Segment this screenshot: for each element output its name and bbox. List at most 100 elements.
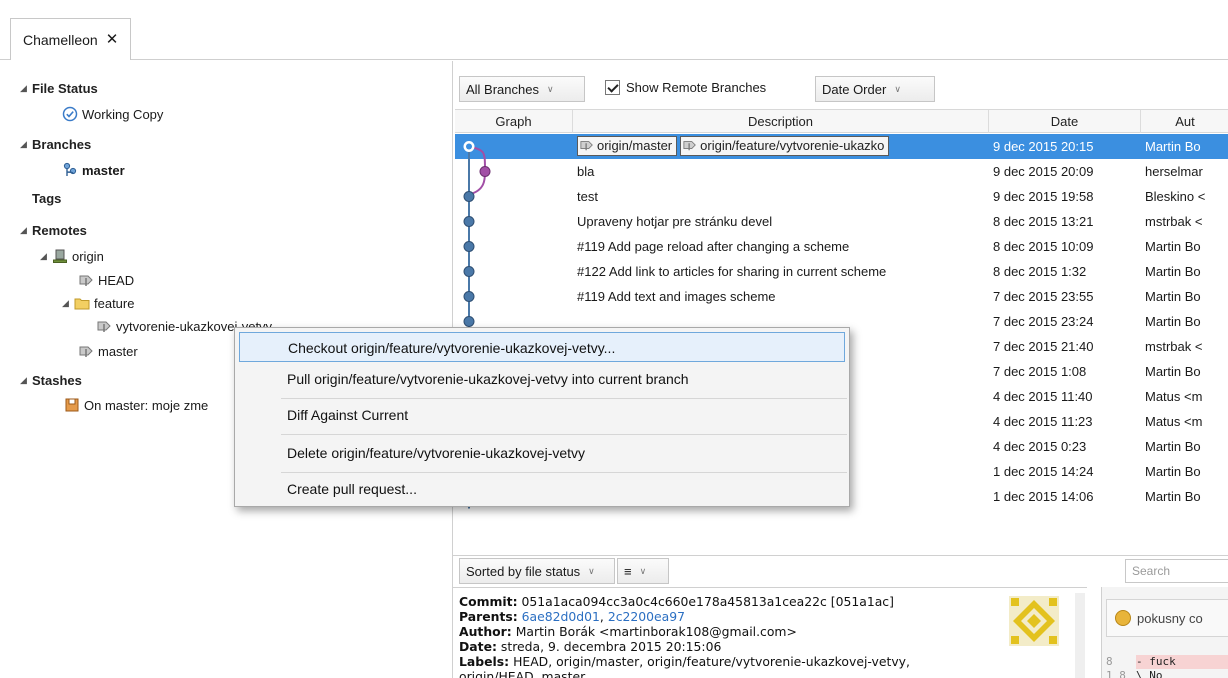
avatar bbox=[1009, 596, 1059, 646]
commit-row[interactable]: #122 Add link to articles for sharing in… bbox=[455, 259, 1228, 284]
close-icon[interactable]: ✕ bbox=[106, 32, 119, 47]
context-menu: Checkout origin/feature/vytvorenie-ukazk… bbox=[234, 327, 850, 507]
menu-separator bbox=[281, 472, 847, 473]
history-toolbar: All Branches ∨ Show Remote Branches Date… bbox=[453, 74, 1228, 102]
menu-separator bbox=[281, 398, 847, 399]
parent-link[interactable]: 6ae82d0d01 bbox=[522, 609, 600, 624]
commit-date: 4 dec 2015 11:40 bbox=[993, 389, 1093, 404]
commit-row[interactable]: #119 Add page reload after changing a sc… bbox=[455, 234, 1228, 259]
diff-file-header[interactable]: pokusny co bbox=[1106, 599, 1228, 637]
sidebar-section-branches[interactable]: ◢ Branches bbox=[20, 133, 91, 155]
commit-date: 4 dec 2015 11:23 bbox=[993, 414, 1093, 429]
commit-description: #119 Add text and images scheme bbox=[577, 289, 776, 304]
details-scrollbar[interactable] bbox=[1075, 593, 1085, 678]
column-header-graph[interactable]: Graph bbox=[455, 110, 573, 133]
stash-box-icon bbox=[64, 397, 80, 413]
commit-author: Martin Bo bbox=[1145, 314, 1201, 329]
commit-hash-line: Commit: 051a1aca094cc3a0c4c660e178a45813… bbox=[459, 594, 894, 609]
commit-author: Martin Bo bbox=[1145, 264, 1201, 279]
remote-branch-icon bbox=[96, 318, 112, 334]
search-input[interactable]: Search bbox=[1125, 559, 1228, 583]
commit-date: 4 dec 2015 0:23 bbox=[993, 439, 1087, 454]
column-header-description[interactable]: Description bbox=[573, 110, 989, 133]
commit-row[interactable]: Upraveny hotjar pre stránku devel 8 dec 2… bbox=[455, 209, 1228, 234]
menu-item-create-pull-request[interactable]: Create pull request... bbox=[239, 474, 845, 504]
folder-icon bbox=[74, 295, 90, 311]
commit-author: Matus <m bbox=[1145, 389, 1203, 404]
menu-separator bbox=[281, 434, 847, 435]
menu-item-delete[interactable]: Delete origin/feature/vytvorenie-ukazkov… bbox=[239, 438, 845, 468]
menu-item-pull[interactable]: Pull origin/feature/vytvorenie-ukazkovej… bbox=[239, 364, 845, 394]
sidebar-item-master[interactable]: master bbox=[62, 159, 125, 181]
commit-description: #122 Add link to articles for sharing in… bbox=[577, 264, 887, 279]
diff-pane: pokusny co 8 - fuck 1 8 \ No bbox=[1101, 587, 1228, 678]
collapse-arrow-icon[interactable]: ◢ bbox=[20, 83, 32, 94]
commit-description: Upraveny hotjar pre stránku devel bbox=[577, 214, 773, 229]
sidebar-item-head[interactable]: HEAD bbox=[78, 269, 134, 291]
commit-author: Martin Bo bbox=[1145, 439, 1201, 454]
sidebar-section-tags[interactable]: Tags bbox=[32, 187, 61, 209]
sidebar-item-remote-master[interactable]: master bbox=[78, 340, 138, 362]
commit-author: Martin Bo bbox=[1145, 139, 1201, 154]
smiley-icon bbox=[1115, 610, 1131, 626]
date-line: Date: streda, 9. decembra 2015 20:15:06 bbox=[459, 639, 722, 654]
diff-gutter: 1 8 bbox=[1106, 669, 1126, 678]
diff-gutter: 8 bbox=[1106, 655, 1113, 668]
column-header-author[interactable]: Aut bbox=[1141, 110, 1228, 133]
collapse-arrow-icon[interactable]: ◢ bbox=[20, 139, 32, 150]
collapse-arrow-icon[interactable]: ◢ bbox=[40, 251, 52, 262]
commit-date: 7 dec 2015 23:24 bbox=[993, 314, 1094, 329]
remote-branch-icon bbox=[78, 272, 94, 288]
diff-line-removed: - fuck bbox=[1136, 655, 1228, 669]
branch-label-chip: origin/feature/vytvorenie-ukazko bbox=[680, 136, 890, 156]
commit-author: Martin Bo bbox=[1145, 239, 1201, 254]
collapse-arrow-icon[interactable]: ◢ bbox=[62, 298, 74, 309]
view-mode-combo[interactable]: ≡ ∨ bbox=[617, 558, 669, 584]
commit-row[interactable]: origin/master origin/feature/vytvorenie-u… bbox=[455, 134, 1228, 159]
commit-author: Martin Bo bbox=[1145, 489, 1201, 504]
commit-author: Matus <m bbox=[1145, 414, 1203, 429]
commit-description: bla bbox=[577, 164, 595, 179]
commit-row[interactable]: test 9 dec 2015 19:58 Bleskino < bbox=[455, 184, 1228, 209]
list-icon: ≡ bbox=[624, 563, 632, 579]
collapse-arrow-icon[interactable]: ◢ bbox=[20, 375, 32, 386]
commit-date: 8 dec 2015 13:21 bbox=[993, 214, 1094, 229]
chevron-down-icon: ∨ bbox=[894, 83, 901, 94]
commit-row[interactable]: #119 Add text and images scheme 7 dec 201… bbox=[455, 284, 1228, 309]
sidebar-item-working-copy[interactable]: Working Copy bbox=[62, 103, 163, 125]
labels-line: Labels: HEAD, origin/master, origin/feat… bbox=[459, 654, 910, 669]
diff-line: \ No bbox=[1136, 669, 1163, 678]
commit-description: #119 Add page reload after changing a sc… bbox=[577, 239, 850, 254]
commit-description: test bbox=[577, 189, 598, 204]
commit-date: 8 dec 2015 10:09 bbox=[993, 239, 1094, 254]
commit-row[interactable]: bla 9 dec 2015 20:09 herselmar bbox=[455, 159, 1228, 184]
checkmark-circle-icon bbox=[62, 106, 78, 122]
branch-label-chip: origin/master bbox=[577, 136, 678, 156]
commit-date: 7 dec 2015 1:08 bbox=[993, 364, 1087, 379]
sidebar-item-feature[interactable]: ◢ feature bbox=[62, 292, 134, 314]
remote-branch-icon bbox=[580, 141, 593, 151]
commit-author: Martin Bo bbox=[1145, 364, 1201, 379]
parent-link[interactable]: 2c2200ea97 bbox=[608, 609, 685, 624]
repo-tab[interactable]: Chamelleon ✕ bbox=[10, 18, 132, 60]
branches-combo[interactable]: All Branches ∨ bbox=[459, 76, 585, 102]
sidebar-section-file-status[interactable]: ◢ File Status bbox=[20, 77, 98, 99]
menu-item-checkout[interactable]: Checkout origin/feature/vytvorenie-ukazk… bbox=[239, 332, 845, 362]
sidebar-section-remotes[interactable]: ◢ Remotes bbox=[20, 219, 87, 241]
show-remote-branches-checkbox[interactable]: Show Remote Branches bbox=[605, 80, 766, 95]
sort-combo[interactable]: Sorted by file status ∨ bbox=[459, 558, 615, 584]
sidebar-item-origin[interactable]: ◢ origin bbox=[40, 245, 104, 267]
collapse-arrow-icon[interactable]: ◢ bbox=[20, 225, 32, 236]
commit-grid-header: Graph Description Date Aut bbox=[455, 109, 1228, 133]
chevron-down-icon: ∨ bbox=[546, 83, 554, 94]
checkbox-checked-icon[interactable] bbox=[605, 80, 620, 95]
sidebar-section-stashes[interactable]: ◢ Stashes bbox=[20, 369, 82, 391]
commit-date: 1 dec 2015 14:24 bbox=[993, 464, 1094, 479]
column-header-date[interactable]: Date bbox=[989, 110, 1141, 133]
order-combo[interactable]: Date Order ∨ bbox=[815, 76, 935, 102]
commit-author: Bleskino < bbox=[1145, 189, 1206, 204]
menu-item-diff[interactable]: Diff Against Current bbox=[239, 400, 845, 430]
commit-author: Martin Bo bbox=[1145, 464, 1201, 479]
labels-line-cont: origin/HEAD, master bbox=[459, 669, 586, 678]
sidebar-item-stash[interactable]: On master: moje zme bbox=[64, 394, 208, 416]
